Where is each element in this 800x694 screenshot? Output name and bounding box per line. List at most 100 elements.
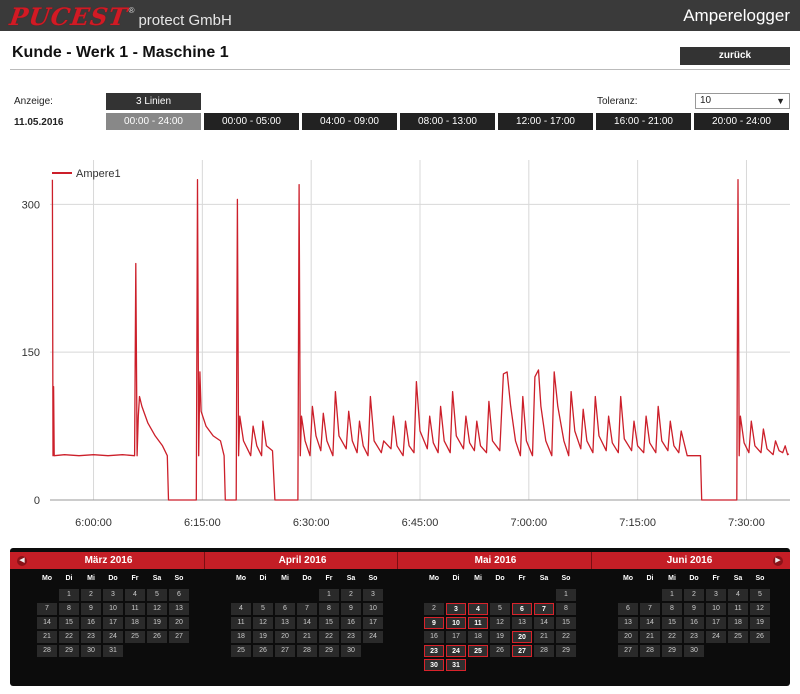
calendar-day[interactable]: 26	[490, 645, 510, 657]
calendar-day[interactable]: 29	[556, 645, 576, 657]
calendar-day[interactable]: 17	[446, 631, 466, 643]
calendar-day[interactable]: 8	[556, 603, 576, 615]
time-range-button[interactable]: 00:00 - 24:00	[106, 113, 201, 130]
calendar-day[interactable]: 30	[81, 645, 101, 657]
time-range-button[interactable]: 00:00 - 05:00	[204, 113, 299, 130]
calendar-day[interactable]: 10	[446, 617, 466, 629]
toleranz-select[interactable]: 10 ▼	[695, 93, 790, 109]
calendar-day[interactable]: 17	[363, 617, 383, 629]
calendar-day[interactable]: 3	[706, 589, 726, 601]
calendar-day[interactable]: 16	[684, 617, 704, 629]
calendar-day[interactable]: 1	[319, 589, 339, 601]
calendar-day[interactable]: 20	[169, 617, 189, 629]
calendar-day[interactable]: 22	[556, 631, 576, 643]
calendar-day[interactable]: 3	[103, 589, 123, 601]
calendar-day[interactable]: 1	[662, 589, 682, 601]
calendar-day[interactable]: 14	[297, 617, 317, 629]
calendar-day[interactable]: 26	[253, 645, 273, 657]
calendar-day[interactable]: 24	[706, 631, 726, 643]
time-range-button[interactable]: 08:00 - 13:00	[400, 113, 495, 130]
calendar-day[interactable]: 12	[253, 617, 273, 629]
calendar-day[interactable]: 2	[424, 603, 444, 615]
calendar-day[interactable]: 4	[468, 603, 488, 615]
calendar-day[interactable]: 25	[125, 631, 145, 643]
back-button[interactable]: zurück	[680, 47, 790, 65]
calendar-day[interactable]: 5	[147, 589, 167, 601]
calendar-day[interactable]: 20	[512, 631, 532, 643]
calendar-day[interactable]: 28	[297, 645, 317, 657]
calendar-day[interactable]: 27	[618, 645, 638, 657]
lines-button[interactable]: 3 Linien	[106, 93, 201, 110]
calendar-day[interactable]: 30	[341, 645, 361, 657]
calendar-day[interactable]: 9	[341, 603, 361, 615]
calendar-day[interactable]: 25	[728, 631, 748, 643]
calendar-day[interactable]: 18	[728, 617, 748, 629]
calendar-day[interactable]: 1	[59, 589, 79, 601]
calendar-day[interactable]: 16	[81, 617, 101, 629]
calendar-day[interactable]: 10	[103, 603, 123, 615]
calendar-day[interactable]: 4	[231, 603, 251, 615]
calendar-day[interactable]: 8	[59, 603, 79, 615]
calendar-day[interactable]: 13	[169, 603, 189, 615]
calendar-day[interactable]: 30	[684, 645, 704, 657]
calendar-day[interactable]: 23	[341, 631, 361, 643]
calendar-day[interactable]: 6	[512, 603, 532, 615]
calendar-day[interactable]: 4	[125, 589, 145, 601]
calendar-day[interactable]: 28	[640, 645, 660, 657]
calendar-day[interactable]: 6	[618, 603, 638, 615]
calendar-day[interactable]: 22	[59, 631, 79, 643]
calendar-day[interactable]: 6	[169, 589, 189, 601]
calendar-day[interactable]: 10	[706, 603, 726, 615]
calendar-day[interactable]: 11	[728, 603, 748, 615]
calendar-day[interactable]: 6	[275, 603, 295, 615]
calendar-day[interactable]: 26	[750, 631, 770, 643]
calendar-day[interactable]: 3	[446, 603, 466, 615]
calendar-day[interactable]: 8	[662, 603, 682, 615]
calendar-day[interactable]: 13	[618, 617, 638, 629]
calendar-day[interactable]: 7	[640, 603, 660, 615]
calendar-day[interactable]: 11	[468, 617, 488, 629]
calendar-day[interactable]: 20	[618, 631, 638, 643]
calendar-day[interactable]: 5	[750, 589, 770, 601]
calendar-day[interactable]: 31	[103, 645, 123, 657]
calendar-day[interactable]: 15	[662, 617, 682, 629]
calendar-day[interactable]: 21	[640, 631, 660, 643]
calendar-day[interactable]: 19	[750, 617, 770, 629]
calendar-day[interactable]: 21	[297, 631, 317, 643]
calendar-day[interactable]: 5	[490, 603, 510, 615]
calendar-day[interactable]: 28	[534, 645, 554, 657]
calendar-day[interactable]: 21	[534, 631, 554, 643]
calendar-day[interactable]: 18	[468, 631, 488, 643]
calendar-day[interactable]: 9	[81, 603, 101, 615]
calendar-day[interactable]: 29	[662, 645, 682, 657]
calendar-day[interactable]: 10	[363, 603, 383, 615]
calendar-day[interactable]: 24	[446, 645, 466, 657]
time-range-button[interactable]: 20:00 - 24:00	[694, 113, 789, 130]
calendar-day[interactable]: 12	[490, 617, 510, 629]
calendar-day[interactable]: 18	[125, 617, 145, 629]
calendar-day[interactable]: 15	[59, 617, 79, 629]
calendar-day[interactable]: 22	[662, 631, 682, 643]
calendar-day[interactable]: 13	[512, 617, 532, 629]
calendar-day[interactable]: 30	[424, 659, 444, 671]
time-range-button[interactable]: 04:00 - 09:00	[302, 113, 397, 130]
calendar-day[interactable]: 16	[341, 617, 361, 629]
calendar-day[interactable]: 18	[231, 631, 251, 643]
calendar-day[interactable]: 26	[147, 631, 167, 643]
calendar-day[interactable]: 20	[275, 631, 295, 643]
calendar-day[interactable]: 23	[424, 645, 444, 657]
calendar-day[interactable]: 28	[37, 645, 57, 657]
calendar-day[interactable]: 27	[512, 645, 532, 657]
calendar-day[interactable]: 12	[147, 603, 167, 615]
calendar-day[interactable]: 1	[556, 589, 576, 601]
calendar-day[interactable]: 19	[490, 631, 510, 643]
calendar-day[interactable]: 21	[37, 631, 57, 643]
calendar-day[interactable]: 8	[319, 603, 339, 615]
calendar-day[interactable]: 2	[81, 589, 101, 601]
calendar-day[interactable]: 24	[103, 631, 123, 643]
calendar-day[interactable]: 19	[253, 631, 273, 643]
calendar-day[interactable]: 17	[103, 617, 123, 629]
calendar-day[interactable]: 9	[424, 617, 444, 629]
calendar-day[interactable]: 23	[81, 631, 101, 643]
calendar-day[interactable]: 7	[534, 603, 554, 615]
